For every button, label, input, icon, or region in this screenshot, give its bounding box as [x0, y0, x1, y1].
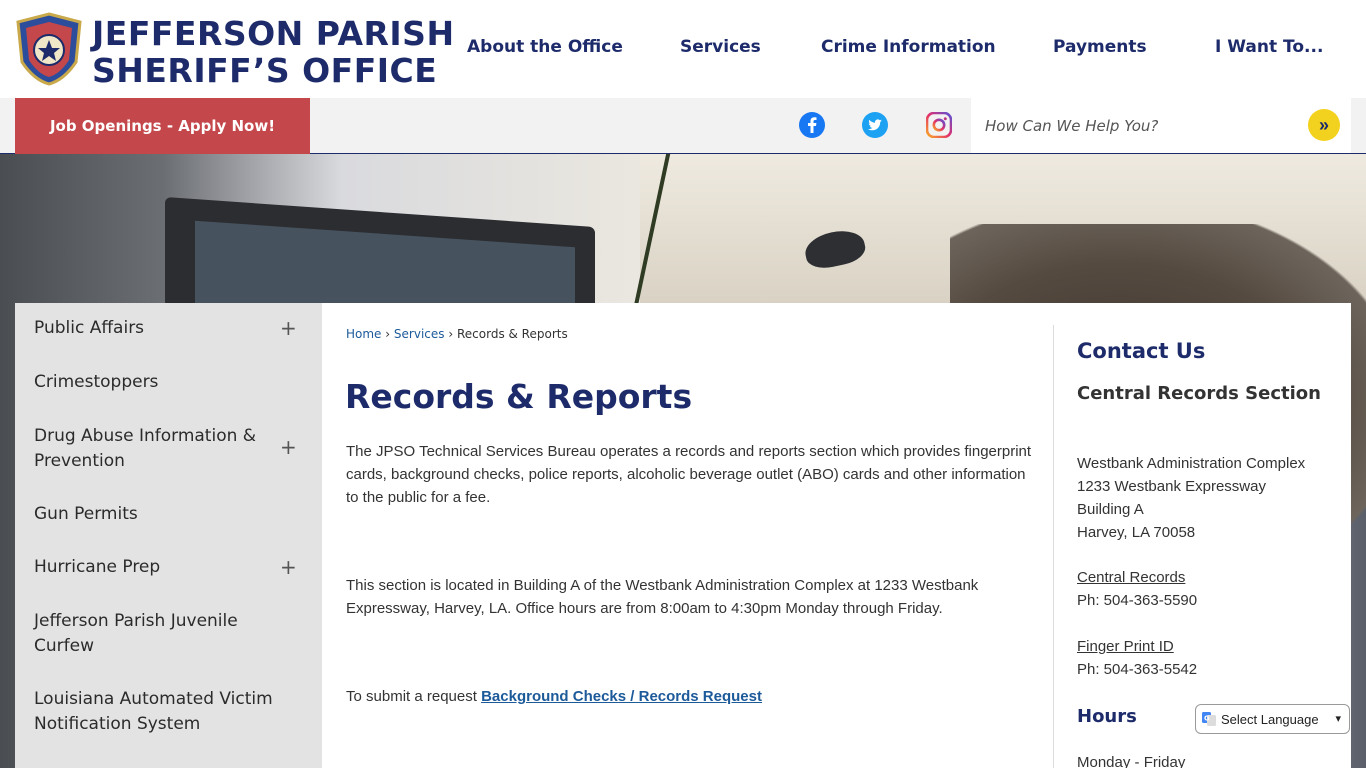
central-records-contact: Central Records Ph: 504-363-5590 [1077, 566, 1197, 612]
address-line: Westbank Administration Complex [1077, 455, 1306, 472]
nav-about[interactable]: About the Office [467, 37, 623, 57]
sheriff-badge-logo[interactable] [14, 12, 84, 86]
double-chevron-right-icon: » [1318, 114, 1329, 135]
site-title-line1: JEFFERSON PARISH [92, 14, 455, 53]
breadcrumb-home[interactable]: Home [346, 327, 381, 341]
breadcrumb-separator: › [385, 327, 391, 341]
sidebar-item-victim-notification[interactable]: Louisiana Automated Victim Notification … [34, 687, 274, 737]
hours-heading: Hours [1077, 706, 1137, 727]
sidebar-item-drug-abuse[interactable]: Drug Abuse Information & Prevention [34, 424, 274, 474]
site-title-line2: SHERIFF’S OFFICE [92, 51, 438, 90]
site-search: » [971, 98, 1351, 153]
fingerprint-contact: Finger Print ID Ph: 504-363-5542 [1077, 635, 1197, 681]
breadcrumb-current: Records & Reports [456, 327, 568, 341]
nav-crime-information[interactable]: Crime Information [821, 37, 996, 57]
sidebar-item-gun-permits[interactable]: Gun Permits [34, 502, 274, 527]
breadcrumb-services[interactable]: Services [394, 327, 445, 341]
column-divider [1053, 325, 1054, 768]
nav-services[interactable]: Services [680, 37, 761, 57]
contact-address: Westbank Administration Complex 1233 Wes… [1077, 452, 1305, 544]
request-paragraph: To submit a request Background Checks / … [346, 685, 1036, 708]
language-select[interactable]: G Select Language ▾ [1195, 704, 1350, 734]
location-paragraph: This section is located in Building A of… [346, 577, 979, 617]
instagram-icon[interactable] [925, 111, 953, 139]
nav-payments[interactable]: Payments [1053, 37, 1147, 57]
expand-drug-abuse-icon[interactable]: + [280, 435, 297, 459]
address-line: 1233 Westbank Expressway [1077, 478, 1266, 495]
site-header: JEFFERSON PARISH SHERIFF’S OFFICE About … [0, 0, 1366, 98]
twitter-icon[interactable] [862, 112, 888, 138]
job-openings-button[interactable]: Job Openings - Apply Now! [15, 98, 310, 154]
fingerprint-phone: Ph: 504-363-5542 [1077, 661, 1198, 678]
fingerprint-id-link[interactable]: Finger Print ID [1077, 635, 1197, 658]
address-line: Harvey, LA 70058 [1077, 524, 1196, 541]
expand-hurricane-prep-icon[interactable]: + [280, 555, 297, 579]
records-request-link[interactable]: Background Checks / Records Request [481, 688, 762, 705]
site-title[interactable]: JEFFERSON PARISH SHERIFF’S OFFICE [92, 15, 455, 89]
address-line: Building A [1077, 501, 1144, 518]
hours-days: Monday - Friday [1077, 754, 1186, 768]
sidebar-item-public-affairs[interactable]: Public Affairs [34, 316, 274, 341]
expand-public-affairs-icon[interactable]: + [280, 316, 297, 340]
search-input[interactable] [971, 98, 1301, 153]
central-records-link[interactable]: Central Records [1077, 566, 1197, 589]
request-prefix: To submit a request [346, 688, 482, 705]
language-select-label: Select Language [1221, 711, 1319, 727]
contact-us-heading: Contact Us [1077, 339, 1206, 363]
central-records-heading: Central Records Section [1077, 383, 1321, 404]
google-translate-icon: G [1202, 712, 1216, 726]
sidebar-item-hurricane-prep[interactable]: Hurricane Prep [34, 555, 274, 580]
breadcrumb-separator: › [448, 327, 454, 341]
nav-i-want-to[interactable]: I Want To... [1215, 37, 1323, 57]
breadcrumb: Home › Services › Records & Reports [346, 327, 568, 341]
facebook-icon[interactable] [799, 112, 825, 138]
intro-paragraph: The JPSO Technical Services Bureau opera… [346, 443, 1032, 506]
search-submit-button[interactable]: » [1308, 109, 1340, 141]
sidebar-item-crimestoppers[interactable]: Crimestoppers [34, 370, 274, 395]
svg-text:G: G [1204, 715, 1210, 723]
chevron-down-icon: ▾ [1335, 713, 1341, 725]
page-title: Records & Reports [345, 377, 693, 416]
central-records-phone: Ph: 504-363-5590 [1077, 592, 1198, 609]
sidebar-item-juvenile-curfew[interactable]: Jefferson Parish Juvenile Curfew [34, 609, 274, 659]
